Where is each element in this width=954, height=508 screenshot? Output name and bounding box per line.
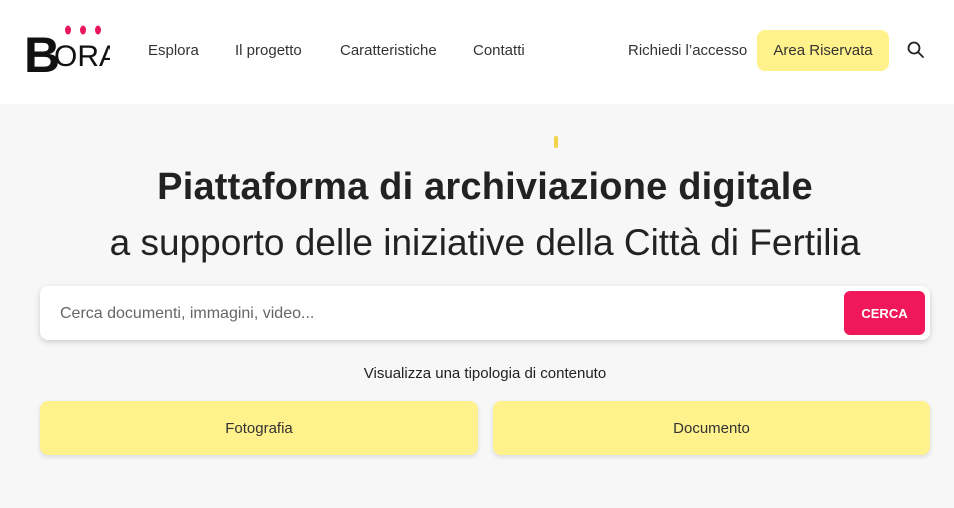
- svg-text:ORA: ORA: [54, 40, 110, 73]
- search-bar: CERCA: [40, 286, 930, 342]
- nav-caratteristiche[interactable]: Caratteristiche: [340, 42, 437, 59]
- nav-esplora[interactable]: Esplora: [148, 42, 199, 59]
- hero-title: Piattaforma di archiviazione digitale: [157, 166, 813, 208]
- search-button[interactable]: CERCA: [844, 291, 925, 335]
- search-icon[interactable]: [906, 40, 926, 60]
- content-type-fotografia[interactable]: Fotografia: [40, 401, 478, 455]
- request-access-link[interactable]: Richiedi l’accesso: [628, 42, 747, 59]
- hero-subtitle: a supporto delle iniziative della Città …: [109, 222, 861, 263]
- content-type-label: Visualizza una tipologia di contenuto: [363, 365, 607, 382]
- bora-logo[interactable]: B ORA: [24, 22, 110, 76]
- nav-contatti[interactable]: Contatti: [473, 42, 525, 59]
- site-header: B ORA Esplora Il progetto Caratteristich…: [0, 0, 954, 104]
- search-input[interactable]: [58, 286, 842, 342]
- accent-decoration: [554, 136, 558, 148]
- content-type-documento[interactable]: Documento: [493, 401, 930, 455]
- nav-il-progetto[interactable]: Il progetto: [235, 42, 302, 59]
- area-riservata-button[interactable]: Area Riservata: [757, 30, 889, 71]
